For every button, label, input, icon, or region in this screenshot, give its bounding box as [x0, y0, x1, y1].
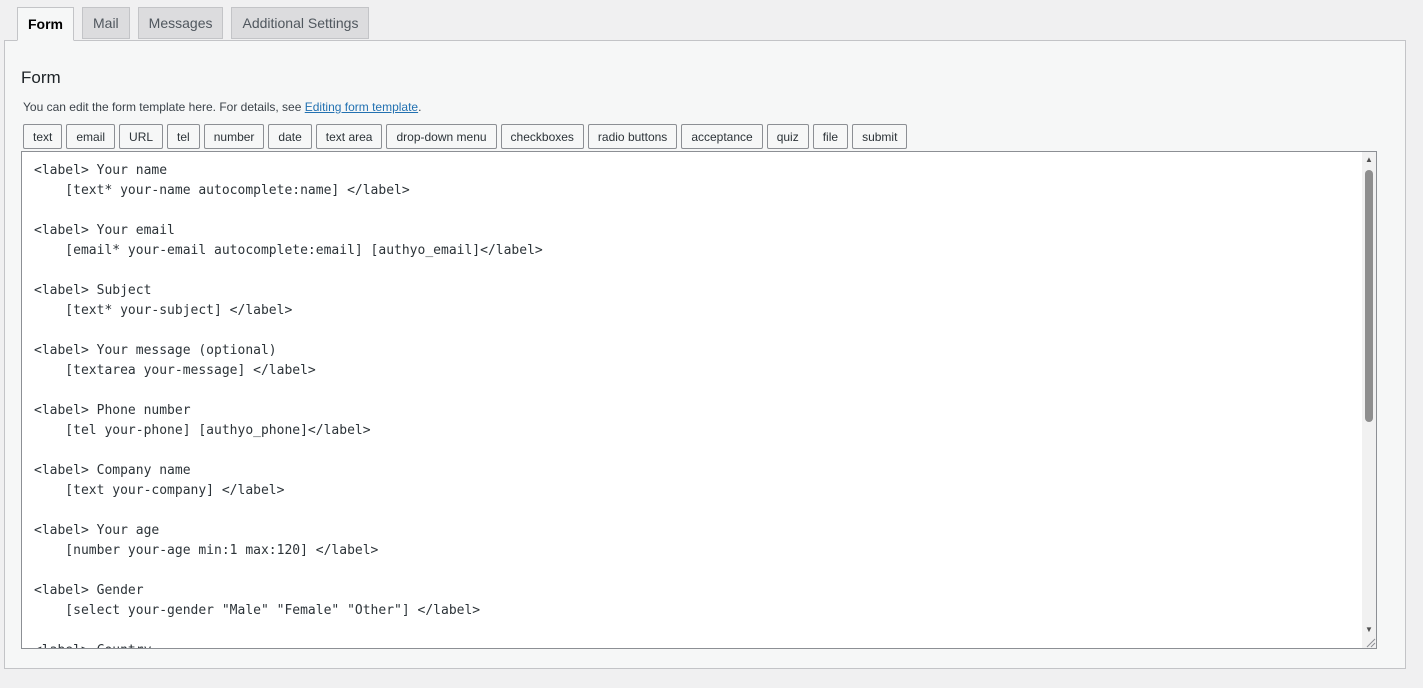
code-line: <label> Your email [34, 223, 175, 238]
description-suffix: . [418, 100, 422, 114]
tab-bar: Form Mail Messages Additional Settings [17, 7, 370, 41]
code-line: <label> Your name [34, 163, 168, 178]
tag-button-url[interactable]: URL [119, 124, 164, 149]
code-line: <label> Gender [34, 583, 144, 598]
panel-title: Form [21, 68, 61, 87]
code-line: [email* your-email autocomplete:email] [… [34, 243, 543, 258]
tab-mail[interactable]: Mail [82, 7, 130, 39]
tag-button-radio-buttons[interactable]: radio buttons [587, 124, 678, 149]
tag-button-tel[interactable]: tel [167, 124, 200, 149]
tag-button-checkboxes[interactable]: checkboxes [500, 124, 584, 149]
tag-button-email[interactable]: email [66, 124, 116, 149]
tag-button-acceptance[interactable]: acceptance [681, 124, 763, 149]
code-line: [text your-company] </label> [34, 483, 285, 498]
code-line: <label> Country [34, 641, 543, 648]
form-panel: Form You can edit the form template here… [4, 40, 1406, 669]
code-line: [select your-gender "Male" "Female" "Oth… [34, 603, 481, 618]
tab-additional-settings[interactable]: Additional Settings [231, 7, 370, 39]
tag-button-submit[interactable]: submit [852, 124, 908, 149]
resize-grip-icon[interactable] [1364, 636, 1376, 648]
description-text: You can edit the form template here. For… [23, 100, 305, 114]
code-line: [tel your-phone] [authyo_phone]</label> [34, 423, 371, 438]
panel-description: You can edit the form template here. For… [23, 100, 421, 114]
code-line: [number your-age min:1 max:120] </label> [34, 543, 379, 558]
vertical-scrollbar[interactable]: ▲ ▼ [1362, 152, 1376, 648]
arrow-down-icon[interactable]: ▼ [1362, 622, 1376, 636]
tag-button-number[interactable]: number [203, 124, 265, 149]
code-line: <label> Your age [34, 523, 160, 538]
tag-button-drop-down-menu[interactable]: drop-down menu [386, 124, 497, 149]
editing-form-template-link[interactable]: Editing form template [305, 100, 418, 114]
code-line: [text* your-name autocomplete:name] </la… [34, 183, 410, 198]
tab-form[interactable]: Form [17, 7, 74, 41]
code-line: [text* your-subject] </label> [34, 303, 293, 318]
code-line: <label> Your message (optional) [34, 343, 277, 358]
tab-messages[interactable]: Messages [137, 7, 224, 39]
form-template-textarea[interactable]: <label> Your name [text* your-name autoc… [21, 151, 1377, 649]
tag-button-date[interactable]: date [268, 124, 312, 149]
scrollbar-thumb[interactable] [1365, 170, 1373, 422]
tag-button-text[interactable]: text [23, 124, 63, 149]
code-line: <label> Subject [34, 283, 152, 298]
code-line: <label> Company name [34, 463, 191, 478]
code-line: [textarea your-message] </label> [34, 363, 316, 378]
tag-button-file[interactable]: file [812, 124, 849, 149]
arrow-up-icon[interactable]: ▲ [1362, 152, 1376, 166]
tag-button-text-area[interactable]: text area [315, 124, 383, 149]
form-template-code[interactable]: <label> Your name [text* your-name autoc… [34, 161, 543, 648]
tag-button-quiz[interactable]: quiz [766, 124, 809, 149]
code-line: <label> Phone number [34, 403, 191, 418]
tag-generator-buttons: text email URL tel number date text area… [23, 124, 908, 149]
